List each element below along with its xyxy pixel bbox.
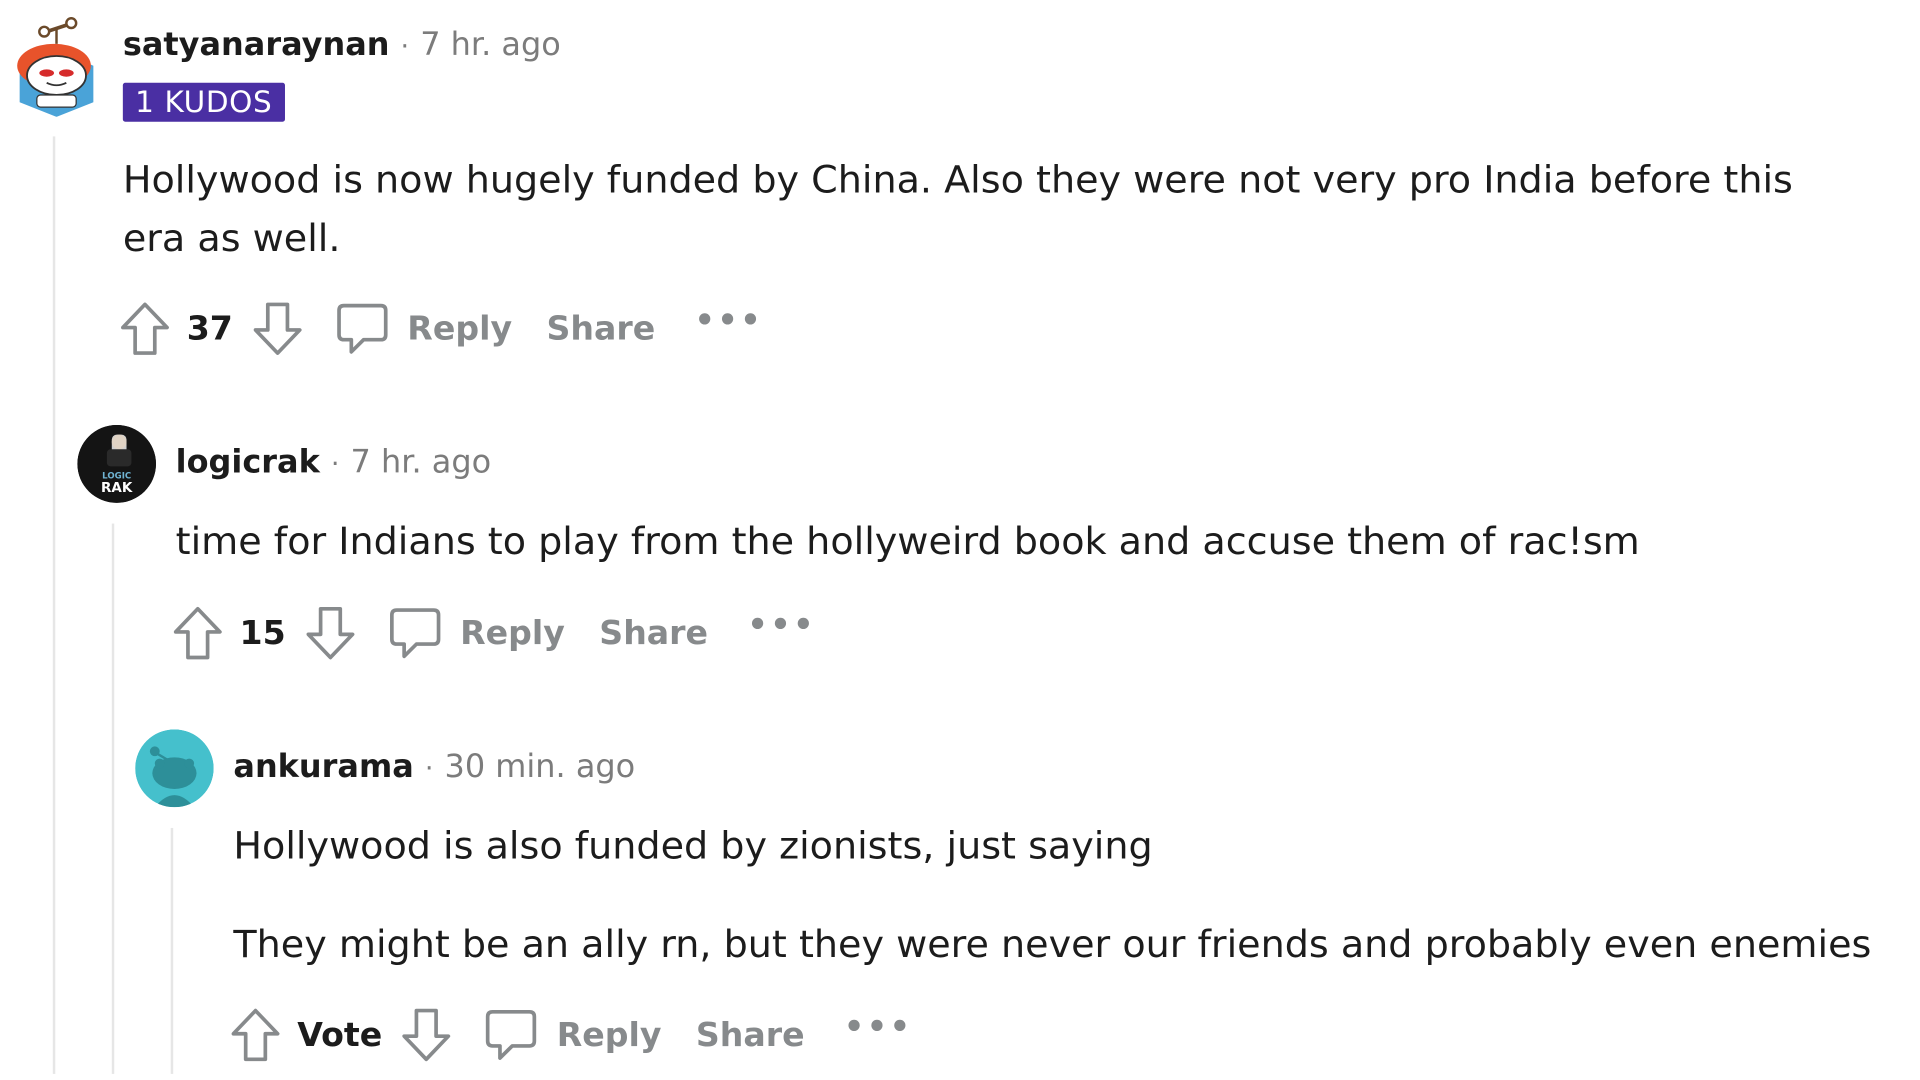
comment-meta: ankurama · 30 min. ago bbox=[233, 749, 635, 786]
share-button[interactable]: Share bbox=[546, 310, 655, 348]
upvote-icon[interactable] bbox=[118, 301, 172, 357]
upvote-icon[interactable] bbox=[171, 605, 225, 661]
comment-action-bar: Vote Reply Share ••• bbox=[228, 1006, 912, 1064]
comment-meta: satyanaraynan · 7 hr. ago bbox=[123, 27, 561, 64]
snoo-robot-avatar-icon[interactable] bbox=[10, 12, 103, 117]
reply-button[interactable]: Reply bbox=[407, 310, 512, 348]
comment-meta: logicrak · 7 hr. ago bbox=[176, 444, 492, 481]
meta-separator: · bbox=[400, 31, 410, 63]
timestamp-link[interactable]: 7 hr. ago bbox=[420, 27, 561, 64]
kudos-flair-badge: 1 KUDOS bbox=[122, 82, 285, 122]
timestamp-link[interactable]: 30 min. ago bbox=[445, 749, 636, 786]
reply-button[interactable]: Reply bbox=[460, 614, 565, 652]
comment-paragraph: time for Indians to play from the hollyw… bbox=[175, 519, 1640, 564]
upvote-icon[interactable] bbox=[228, 1007, 282, 1063]
comment-action-bar: 15 Reply Share ••• bbox=[171, 604, 816, 662]
reply-comment-icon[interactable] bbox=[386, 605, 443, 661]
more-options-icon[interactable]: ••• bbox=[747, 608, 816, 645]
thread-line-level-3[interactable] bbox=[170, 827, 174, 1074]
thread-line-level-2[interactable] bbox=[111, 523, 115, 1074]
share-button[interactable]: Share bbox=[696, 1016, 805, 1054]
comment-paragraph: Hollywood is now hugely funded by China.… bbox=[122, 158, 1793, 261]
username-link[interactable]: logicrak bbox=[176, 444, 320, 481]
downvote-icon[interactable] bbox=[399, 1007, 453, 1063]
downvote-icon[interactable] bbox=[250, 301, 304, 357]
comment-body: Hollywood is now hugely funded by China.… bbox=[123, 151, 1867, 268]
meta-separator: · bbox=[330, 449, 340, 480]
reply-comment-icon[interactable] bbox=[483, 1007, 540, 1063]
comment-body: time for Indians to play from the hollyw… bbox=[176, 513, 1871, 571]
comment-action-bar: 37 Reply Share ••• bbox=[118, 300, 763, 358]
comment-paragraph: Hollywood is also funded by zionists, ju… bbox=[233, 824, 1153, 869]
vote-score: 15 bbox=[239, 614, 286, 653]
comment-paragraph: They might be an ally rn, but they were … bbox=[233, 922, 1872, 967]
thread-line-level-1[interactable] bbox=[52, 136, 56, 1074]
meta-separator: · bbox=[424, 753, 434, 785]
avatar-logo-text-bottom: RAK bbox=[101, 481, 133, 496]
reply-comment-icon[interactable] bbox=[334, 301, 391, 357]
username-link[interactable]: ankurama bbox=[233, 749, 413, 786]
more-options-icon[interactable]: ••• bbox=[695, 303, 764, 340]
share-button[interactable]: Share bbox=[599, 614, 708, 652]
comment-body: Hollywood is also funded by zionists, ju… bbox=[233, 817, 1879, 974]
downvote-icon[interactable] bbox=[303, 605, 357, 661]
vote-score: 37 bbox=[186, 309, 233, 348]
more-options-icon[interactable]: ••• bbox=[844, 1009, 913, 1046]
logicrak-avatar[interactable]: LOGIC RAK bbox=[77, 424, 157, 503]
vote-label: Vote bbox=[297, 1016, 383, 1054]
reply-button[interactable]: Reply bbox=[557, 1016, 662, 1054]
timestamp-link[interactable]: 7 hr. ago bbox=[351, 444, 492, 481]
username-link[interactable]: satyanaraynan bbox=[123, 27, 390, 64]
comment-thread: satyanaraynan · 7 hr. ago 1 KUDOS Hollyw… bbox=[0, 0, 1920, 1080]
default-snoo-avatar-icon[interactable] bbox=[135, 729, 214, 808]
